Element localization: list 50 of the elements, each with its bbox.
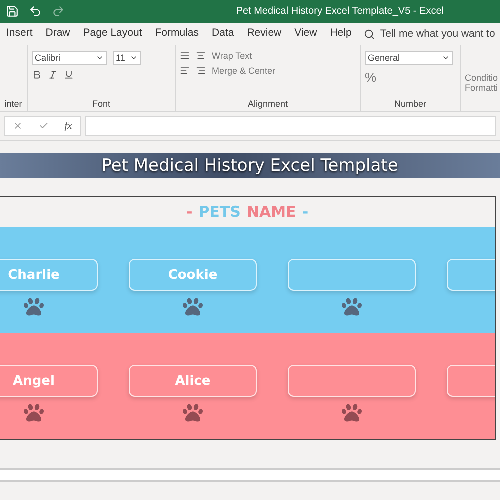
ribbon-tab[interactable]: Review [240, 22, 288, 46]
align-top-icon[interactable] [180, 51, 190, 61]
underline-icon[interactable] [64, 70, 74, 80]
group-label: Font [92, 99, 110, 109]
ribbon-tab[interactable]: Data [206, 22, 241, 46]
paw-icon [342, 297, 362, 317]
ribbon-tab[interactable]: Help [324, 22, 358, 46]
caret-icon [96, 54, 104, 62]
number-format-dropdown[interactable]: General [365, 51, 453, 65]
align-middle-icon[interactable] [196, 51, 206, 61]
paw-icon [183, 297, 203, 317]
font-size-dropdown[interactable]: 11 [113, 51, 141, 65]
font-name-dropdown[interactable]: Calibri [32, 51, 107, 65]
ribbon-tab[interactable]: Formulas [148, 22, 206, 46]
insert-function-button[interactable]: fx [64, 120, 72, 132]
ribbon-tab[interactable]: Insert [0, 22, 40, 46]
percent-button[interactable]: % [365, 70, 377, 85]
caret-icon [442, 54, 450, 62]
save-icon[interactable] [6, 5, 19, 18]
paw-icon [342, 403, 362, 423]
heading-text: - [186, 203, 193, 221]
ribbon-button[interactable]: inter [4, 99, 22, 109]
group-label: Number [394, 99, 426, 109]
ribbon-tab[interactable]: View [288, 22, 324, 46]
heading-text: NAME [246, 203, 296, 221]
ribbon-tab[interactable]: Page Layout [76, 22, 149, 46]
align-left-icon[interactable] [180, 66, 190, 76]
redo-icon[interactable] [52, 5, 65, 18]
italic-icon[interactable] [48, 70, 58, 80]
undo-icon[interactable] [29, 5, 42, 18]
paw-icon [24, 403, 44, 423]
conditional-formatting-button[interactable]: Conditio Formatti [465, 73, 496, 93]
caret-icon [130, 54, 138, 62]
window-title: Pet Medical History Excel Template_V5 - Excel [236, 6, 444, 17]
heading-text: PETS [198, 203, 241, 221]
ribbon-tab[interactable]: Draw [39, 22, 77, 46]
search-icon [364, 28, 376, 40]
bold-icon[interactable] [32, 70, 42, 80]
group-label: Alignment [248, 99, 288, 109]
check-icon[interactable] [38, 121, 49, 131]
paw-icon [24, 297, 44, 317]
heading-text: - [302, 203, 309, 221]
banner-title: Pet Medical History Excel Template [0, 153, 500, 178]
close-icon[interactable] [12, 121, 23, 131]
align-right-icon[interactable] [196, 66, 206, 76]
tell-me-field[interactable]: Tell me what you want to [364, 28, 496, 40]
wrap-text-button[interactable]: Wrap Text [212, 51, 252, 61]
formula-input-field[interactable] [85, 116, 496, 136]
merge-center-button[interactable]: Merge & Center [212, 66, 276, 76]
paw-icon [183, 403, 203, 423]
